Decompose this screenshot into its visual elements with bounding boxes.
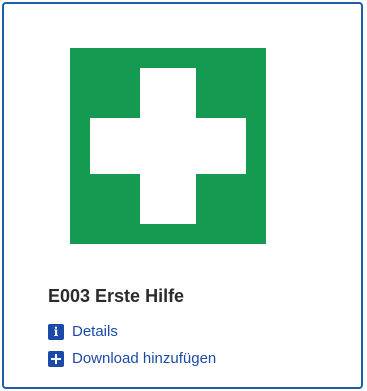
info-icon: i bbox=[48, 323, 64, 340]
add-download-link-label: Download hinzufügen bbox=[72, 350, 217, 367]
plus-square-icon bbox=[48, 350, 64, 367]
card-title: E003 Erste Hilfe bbox=[48, 286, 185, 306]
first-aid-sign-icon[interactable] bbox=[70, 48, 266, 244]
add-download-link[interactable]: Download hinzufügen bbox=[48, 350, 216, 367]
details-link[interactable]: i Details bbox=[48, 323, 118, 340]
details-link-label: Details bbox=[72, 323, 118, 340]
cross-horizontal-bar bbox=[90, 118, 246, 174]
sign-card: E003 Erste Hilfe i Details Download hinz… bbox=[2, 2, 363, 389]
